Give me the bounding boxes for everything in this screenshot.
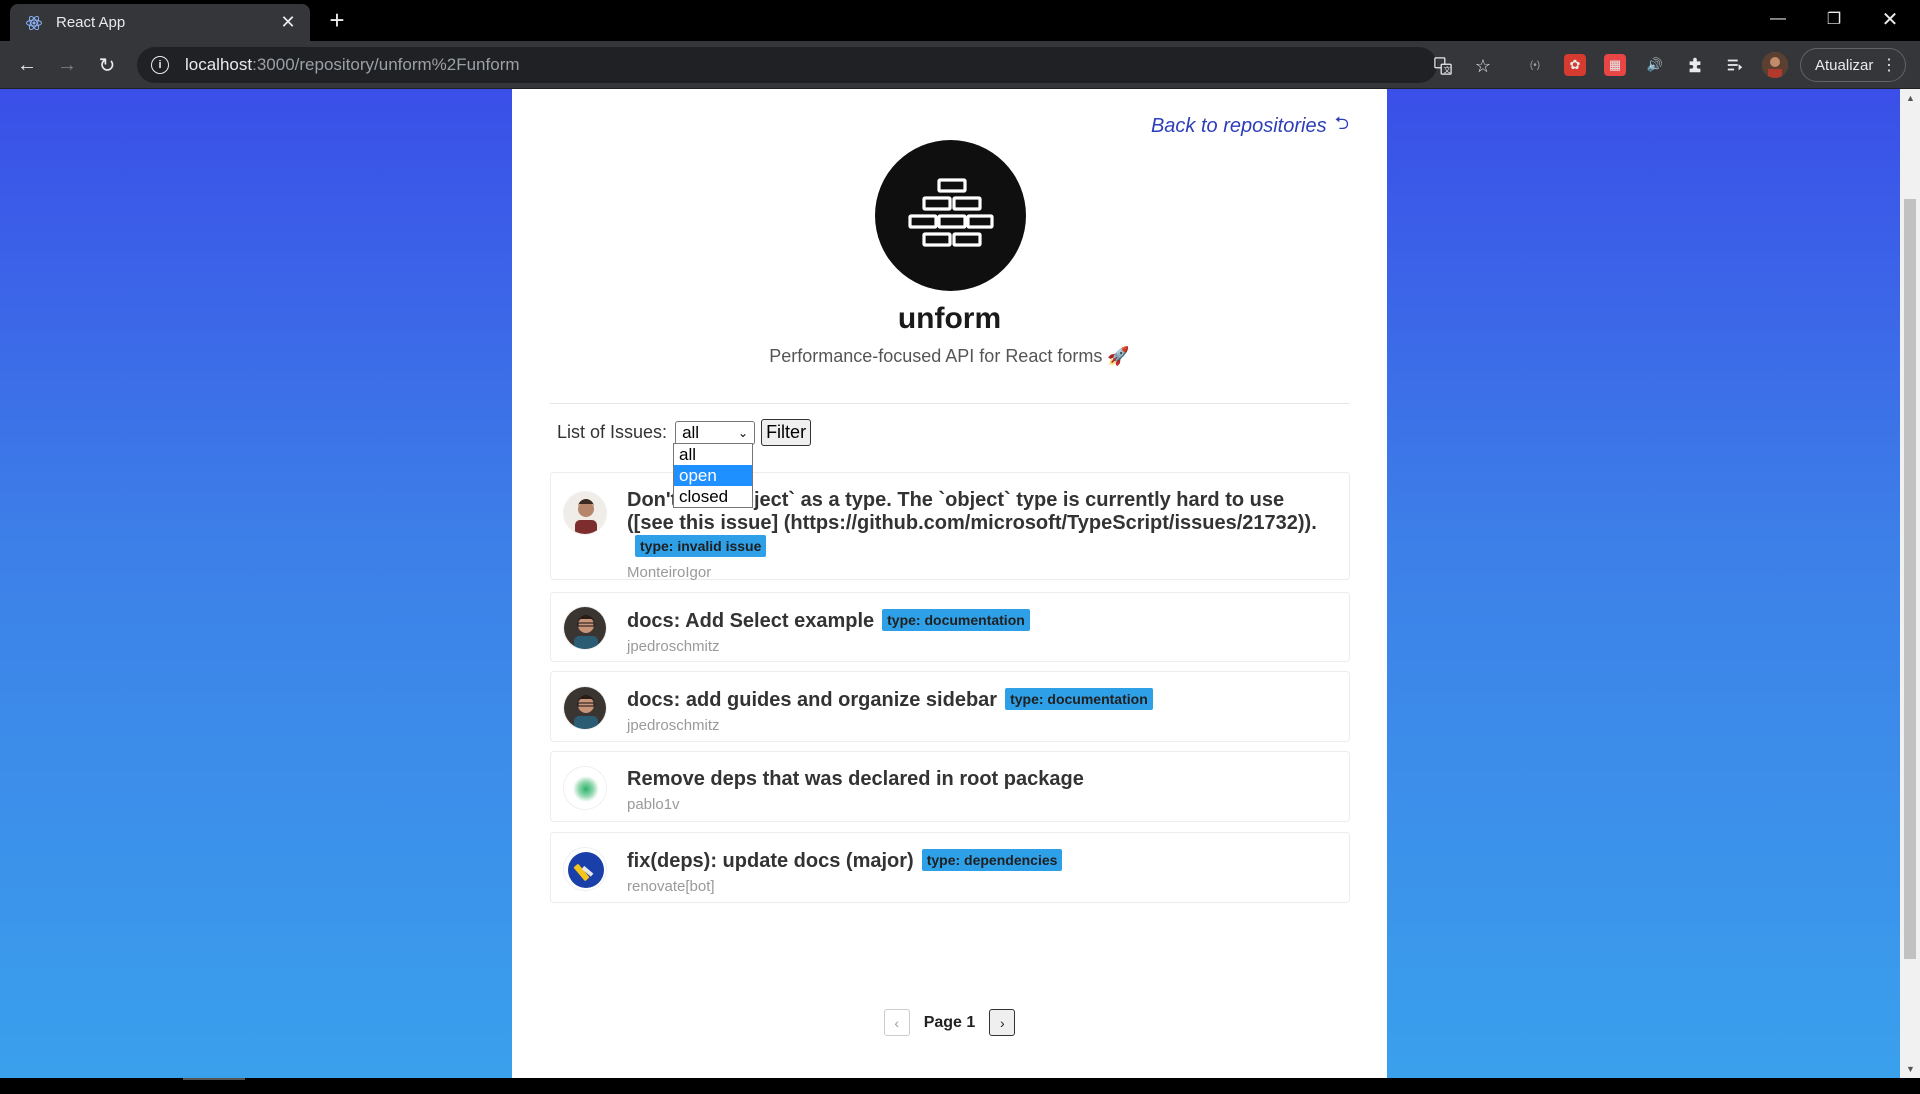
issue-title-text[interactable]: docs: Add Select example bbox=[627, 610, 874, 632]
minimize-icon[interactable]: — bbox=[1750, 0, 1806, 38]
filter-label: List of Issues: bbox=[557, 422, 668, 442]
issue-item[interactable]: Don't use `object` as a type. The `objec… bbox=[550, 472, 1350, 581]
issue-author: jpedroschmitz bbox=[627, 717, 720, 734]
issue-item[interactable]: docs: Add Select example type: documentat… bbox=[550, 592, 1350, 662]
back-link-text: Back to repositories bbox=[1150, 114, 1327, 137]
page-indicator: Page 1 bbox=[923, 1013, 976, 1031]
profile-avatar[interactable] bbox=[1762, 52, 1788, 78]
issue-item[interactable]: docs: add guides and organize sidebar typ… bbox=[550, 671, 1350, 742]
issue-author: pablo1v bbox=[627, 796, 680, 813]
issue-label: type: documentation bbox=[1005, 688, 1153, 710]
pagination: ‹ Page 1 › bbox=[512, 1009, 1387, 1036]
issue-title[interactable]: fix(deps): update docs (major) type: depe… bbox=[627, 849, 1329, 873]
close-tab-icon[interactable]: ✕ bbox=[278, 12, 298, 33]
update-label: Atualizar bbox=[1815, 56, 1874, 74]
user-avatar bbox=[563, 606, 607, 650]
next-page-button[interactable]: › bbox=[989, 1009, 1016, 1036]
close-window-icon[interactable]: ✕ bbox=[1862, 0, 1918, 38]
scroll-up-icon[interactable]: ▲ bbox=[1906, 93, 1915, 103]
page-viewport: Back to repositories ⮌ unform Performanc… bbox=[0, 89, 1900, 1078]
browser-toolbar: ← → ↻ i localhost:3000/repository/unform… bbox=[0, 41, 1920, 89]
issue-label: type: dependencies bbox=[921, 849, 1063, 871]
translate-icon[interactable]: 文 bbox=[1433, 56, 1453, 76]
user-avatar bbox=[563, 491, 607, 535]
issue-author: MonteiroIgor bbox=[627, 564, 712, 581]
user-avatar bbox=[563, 686, 607, 730]
reload-icon[interactable]: ↻ bbox=[92, 50, 122, 80]
chevron-down-icon: ⌄ bbox=[738, 425, 749, 440]
option-closed[interactable]: closed bbox=[674, 486, 752, 507]
option-all[interactable]: all bbox=[674, 444, 752, 465]
previous-page-button[interactable]: ‹ bbox=[883, 1009, 910, 1036]
react-icon bbox=[24, 13, 44, 33]
extension-grid-icon[interactable]: ▦ bbox=[1604, 54, 1626, 76]
address-bar[interactable]: i localhost:3000/repository/unform%2Funf… bbox=[137, 47, 1491, 83]
issue-title-text[interactable]: Remove deps that was declared in root pa… bbox=[627, 768, 1084, 790]
repository-card: Back to repositories ⮌ unform Performanc… bbox=[512, 89, 1387, 1078]
forward-icon[interactable]: → bbox=[52, 50, 82, 80]
tab-react-app[interactable]: React App ✕ bbox=[10, 4, 310, 41]
tab-title: React App bbox=[56, 14, 126, 31]
url-path: :3000/repository/unform%2Funform bbox=[252, 55, 520, 74]
issue-item[interactable]: Remove deps that was declared in root pa… bbox=[550, 751, 1350, 822]
repository-avatar bbox=[875, 140, 1026, 291]
issue-filter: List of Issues: all ⌄ Filter bbox=[557, 419, 812, 446]
issue-title-text[interactable]: fix(deps): update docs (major) bbox=[627, 850, 914, 872]
rocket-emoji: 🚀 bbox=[1107, 346, 1130, 366]
bookmark-star-icon[interactable]: ☆ bbox=[1473, 56, 1493, 76]
issue-label: type: documentation bbox=[882, 609, 1030, 631]
issue-title[interactable]: Remove deps that was declared in root pa… bbox=[627, 768, 1329, 791]
return-arrow-icon: ⮌ bbox=[1334, 113, 1349, 133]
state-dropdown-list: all open closed bbox=[673, 443, 753, 508]
state-select[interactable]: all ⌄ bbox=[675, 420, 756, 445]
issue-label: type: invalid issue bbox=[635, 535, 767, 557]
scrollbar-thumb[interactable] bbox=[1904, 199, 1916, 959]
option-open[interactable]: open bbox=[674, 465, 752, 486]
menu-kebab-icon[interactable]: ⋮ bbox=[1881, 55, 1897, 75]
restore-icon[interactable]: ❐ bbox=[1806, 0, 1862, 38]
page-scrollbar[interactable]: ▲ ▼ bbox=[1900, 89, 1920, 1078]
chevron-left-icon: ‹ bbox=[894, 1014, 900, 1031]
back-icon[interactable]: ← bbox=[12, 50, 42, 80]
issue-title[interactable]: docs: Add Select example type: documentat… bbox=[627, 609, 1329, 633]
description-text: Performance-focused API for React forms bbox=[769, 346, 1103, 366]
issue-title[interactable]: docs: add guides and organize sidebar typ… bbox=[627, 688, 1329, 712]
issue-author: jpedroschmitz bbox=[627, 638, 720, 655]
repository-name: unform bbox=[897, 302, 1002, 335]
chevron-right-icon: › bbox=[999, 1014, 1005, 1031]
extension-red-icon[interactable]: ✿ bbox=[1564, 54, 1586, 76]
media-queue-icon[interactable] bbox=[1724, 54, 1746, 76]
issue-item[interactable]: fix(deps): update docs (major) type: depe… bbox=[550, 832, 1350, 903]
issue-title-text[interactable]: docs: add guides and organize sidebar bbox=[627, 689, 997, 711]
select-value: all bbox=[682, 422, 700, 442]
update-button[interactable]: Atualizar ⋮ bbox=[1800, 48, 1906, 82]
back-to-repositories-link[interactable]: Back to repositories ⮌ bbox=[1151, 111, 1349, 141]
filter-button[interactable]: Filter bbox=[761, 419, 812, 446]
site-info-icon[interactable]: i bbox=[151, 56, 169, 74]
svg-text:文: 文 bbox=[1443, 65, 1450, 74]
taskbar-strip bbox=[0, 1078, 1920, 1094]
extension-broadcast-icon[interactable]: (•) bbox=[1524, 54, 1546, 76]
new-tab-icon[interactable]: + bbox=[322, 7, 352, 35]
speaker-icon[interactable]: 🔊 bbox=[1644, 54, 1666, 76]
repository-description: Performance-focused API for React forms … bbox=[512, 346, 1387, 367]
url-host: localhost bbox=[185, 55, 253, 74]
user-avatar bbox=[563, 847, 607, 891]
divider bbox=[550, 403, 1350, 404]
user-avatar bbox=[563, 766, 607, 810]
tab-strip: React App ✕ + — ❐ ✕ bbox=[0, 0, 1920, 41]
extensions-puzzle-icon[interactable] bbox=[1684, 54, 1706, 76]
issue-author: renovate[bot] bbox=[627, 878, 715, 895]
scroll-down-icon[interactable]: ▼ bbox=[1906, 1064, 1915, 1074]
brick-wall-icon bbox=[907, 177, 994, 247]
